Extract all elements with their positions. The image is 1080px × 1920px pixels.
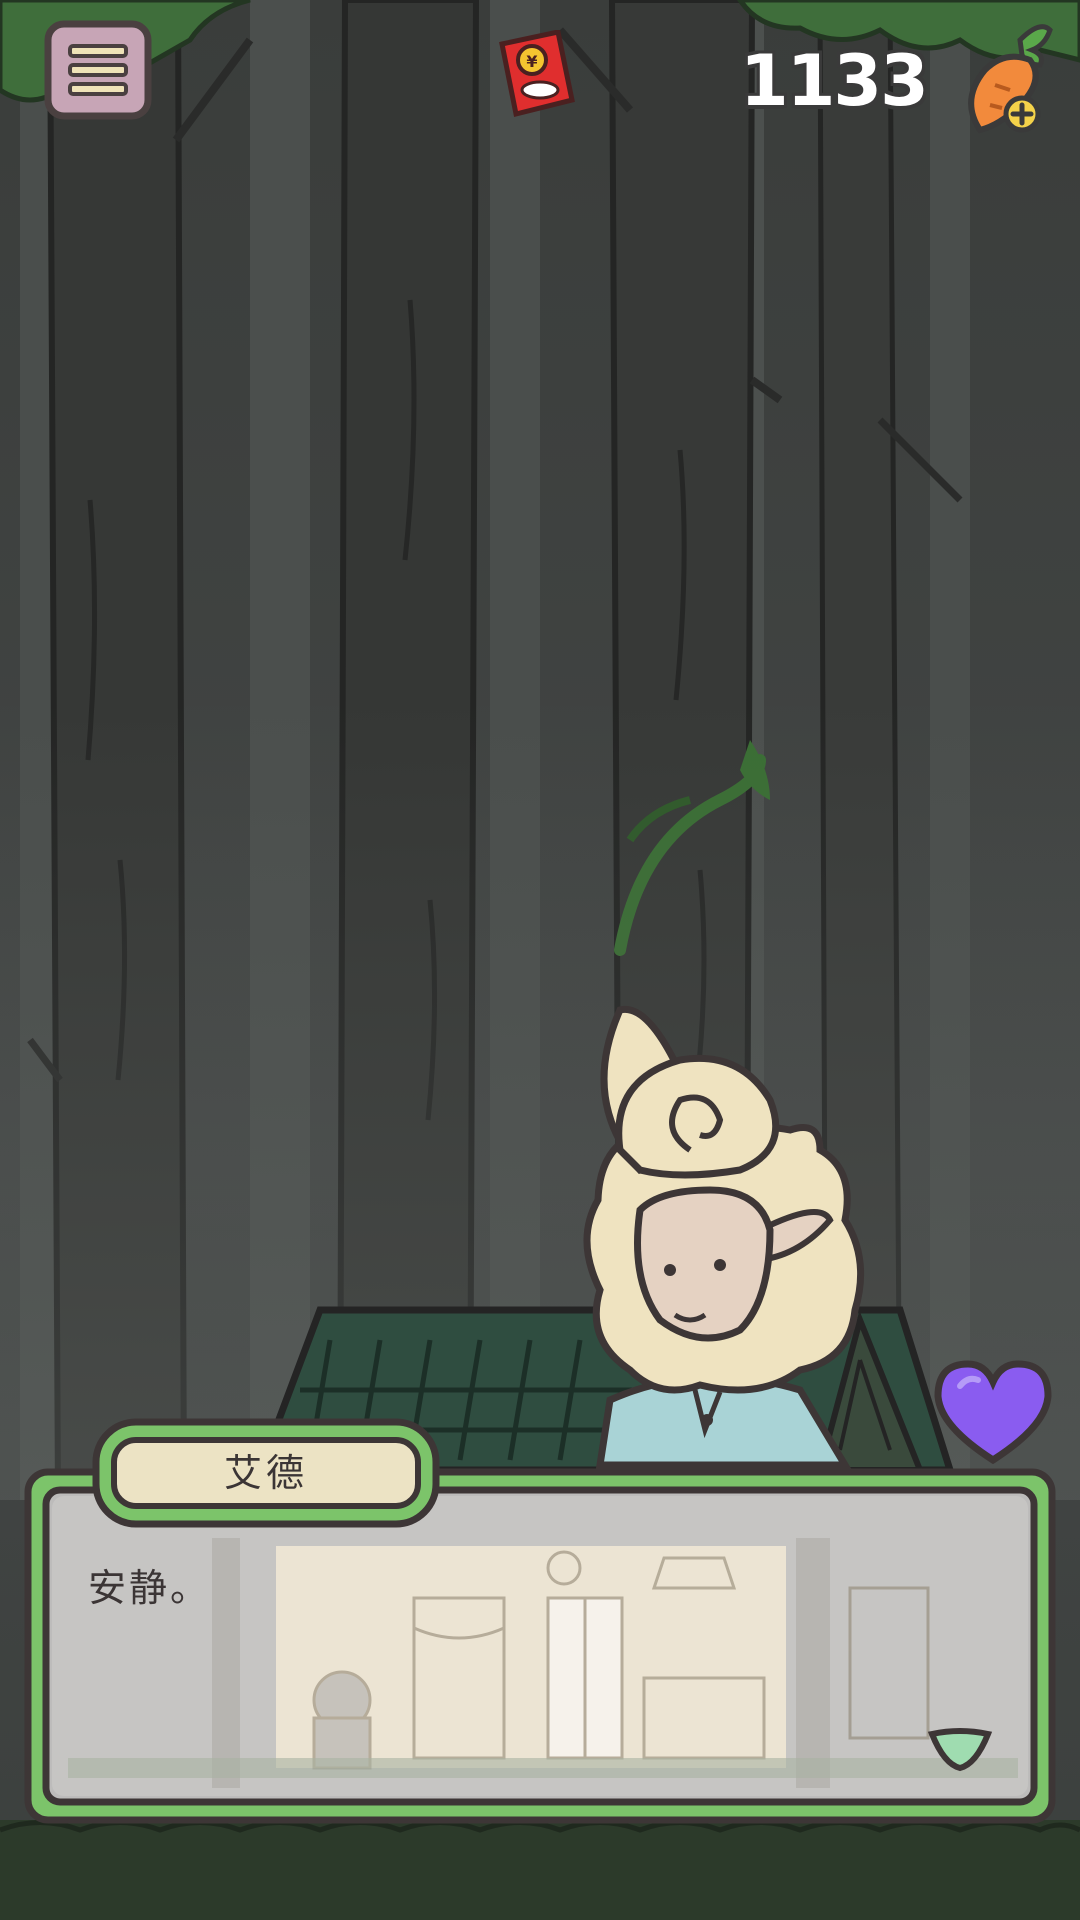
- purple-heart-icon: [934, 1360, 1052, 1465]
- continue-arrow-icon: [927, 1728, 993, 1772]
- add-carrot-button[interactable]: [950, 20, 1060, 140]
- dialogue-text: 安静。: [88, 1566, 212, 1610]
- red-envelope-icon: ¥: [499, 29, 575, 118]
- carrot-count: 1133: [740, 40, 929, 122]
- menu-button[interactable]: [44, 20, 152, 120]
- menu-icon: [44, 20, 152, 120]
- speaker-name-plate: 艾德: [92, 1418, 440, 1528]
- game-screen: ¥ 1133 艾德 安静。: [0, 0, 1080, 1920]
- red-envelope-button[interactable]: ¥: [492, 29, 584, 126]
- speaker-name: 艾德: [223, 1451, 308, 1495]
- svg-text:¥: ¥: [526, 52, 537, 71]
- affinity-heart-button[interactable]: [930, 1356, 1056, 1468]
- continue-button[interactable]: [926, 1724, 994, 1774]
- carrot-plus-icon: [968, 24, 1053, 134]
